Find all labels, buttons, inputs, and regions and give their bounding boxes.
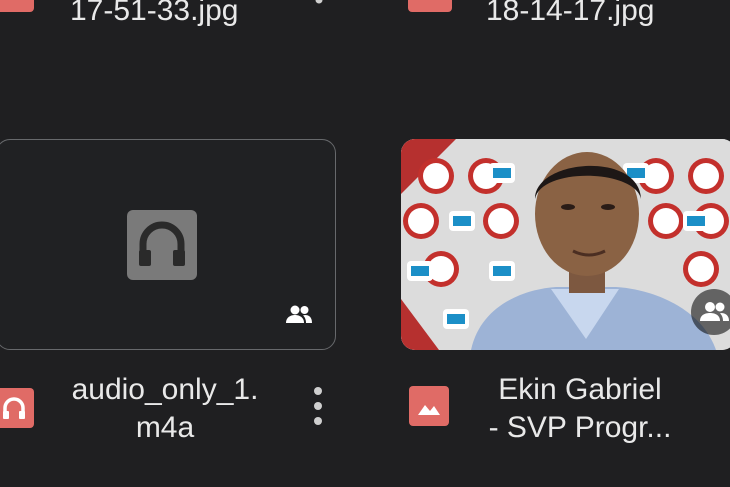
more-options-icon[interactable] bbox=[311, 385, 325, 429]
image-file-tile[interactable] bbox=[401, 139, 730, 350]
audio-file-tile[interactable] bbox=[0, 139, 336, 350]
video-thumbnail bbox=[401, 139, 730, 350]
file-name-line: audio_only_1. bbox=[71, 373, 259, 406]
file-name-top-left[interactable]: 17-51-33.jpg bbox=[70, 0, 238, 28]
people-icon bbox=[691, 289, 730, 335]
image-icon bbox=[409, 386, 449, 426]
people-icon bbox=[286, 305, 312, 323]
headphones-icon bbox=[0, 388, 34, 428]
file-name-line: Ekin Gabriel bbox=[498, 373, 662, 406]
more-options-icon[interactable] bbox=[314, 0, 324, 10]
file-name-line: - SVP Progr... bbox=[488, 411, 672, 444]
file-name-top-right[interactable]: 18-14-17.jpg bbox=[486, 0, 654, 28]
file-name-line: m4a bbox=[135, 411, 195, 444]
audio-file-name[interactable]: audio_only_1. m4a bbox=[60, 371, 270, 447]
image-file-name[interactable]: Ekin Gabriel - SVP Progr... bbox=[470, 371, 690, 447]
image-file-icon bbox=[408, 0, 452, 12]
headphones-icon bbox=[127, 210, 197, 280]
image-file-icon bbox=[0, 0, 34, 12]
